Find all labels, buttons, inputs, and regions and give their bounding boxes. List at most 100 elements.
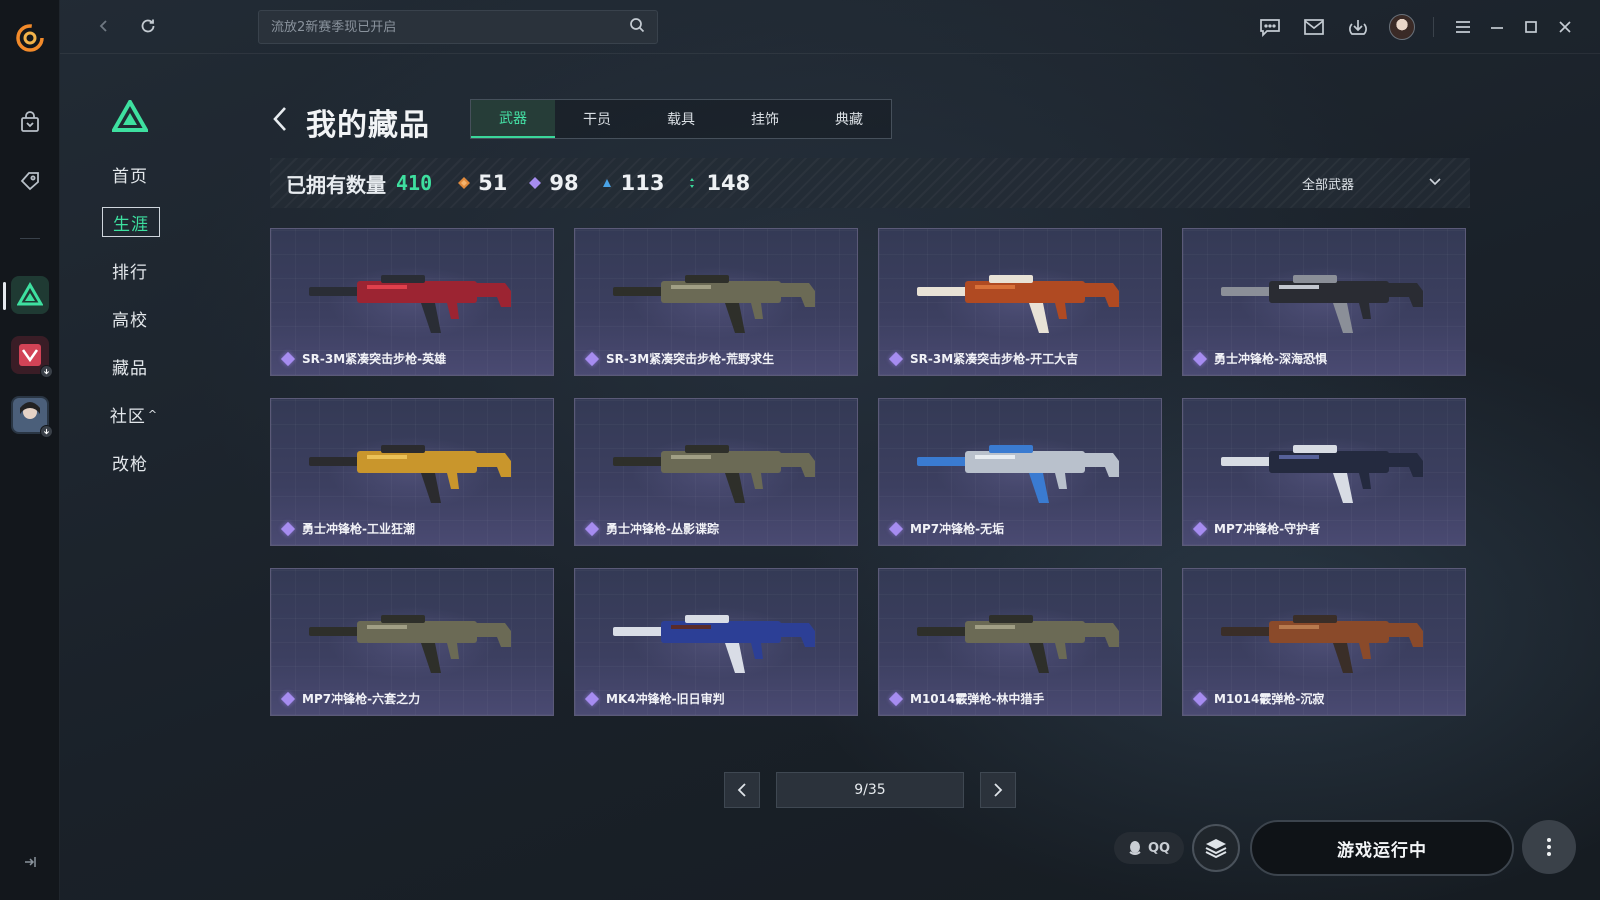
nav-gunsmith[interactable]: 改枪 — [100, 447, 160, 477]
maximize-icon[interactable] — [1516, 12, 1546, 42]
purple-quality-icon — [280, 351, 296, 366]
avatar — [1389, 14, 1415, 40]
weapon-image — [1221, 445, 1423, 503]
item-name: MP7冲锋枪-守护者 — [1214, 522, 1321, 536]
item-name: M1014霰弹枪-林中猎手 — [910, 692, 1045, 706]
collection-item-card[interactable]: MP7冲锋枪-守护者 — [1182, 398, 1466, 546]
weapon-image — [613, 615, 815, 673]
qq-login-button[interactable]: QQ — [1114, 832, 1184, 864]
pagination: 9/35 — [724, 772, 1016, 808]
nav-community-label: 社区 — [109, 406, 146, 427]
close-icon[interactable] — [1550, 12, 1580, 42]
game-tile-valorant[interactable] — [11, 336, 53, 378]
layers-icon — [1205, 839, 1227, 859]
page-title: 我的藏品 — [306, 108, 430, 143]
item-name: MP7冲锋枪-六套之力 — [302, 692, 421, 706]
item-name: SR-3M紧凑突击步枪-荒野求生 — [606, 352, 775, 366]
collection-item-card[interactable]: MP7冲锋枪-六套之力 — [270, 568, 554, 716]
collection-item-card[interactable]: SR-3M紧凑突击步枪-英雄 — [270, 228, 554, 376]
nav-ranking[interactable]: 排行 — [100, 255, 160, 285]
weapon-image — [309, 615, 511, 673]
purple-quality-icon — [529, 177, 542, 189]
owned-count-value: 410 — [396, 171, 433, 195]
weapon-image — [613, 275, 815, 333]
prev-page-button[interactable] — [724, 772, 760, 808]
nav-community[interactable]: 社区 ^ — [104, 399, 164, 429]
collection-item-card[interactable]: SR-3M紧凑突击步枪-开工大吉 — [878, 228, 1162, 376]
tab-charms[interactable]: 挂饰 — [723, 100, 807, 138]
purple-quality-icon — [584, 351, 600, 366]
weapon-image — [1221, 275, 1423, 333]
game-tile-current[interactable] — [11, 276, 49, 314]
purple-quality-icon — [1192, 351, 1208, 366]
collapse-sidebar-icon[interactable] — [20, 852, 40, 872]
tab-operators[interactable]: 干员 — [555, 100, 639, 138]
collection-item-card[interactable]: 勇士冲锋枪-深海恐惧 — [1182, 228, 1466, 376]
layers-button[interactable] — [1192, 824, 1240, 872]
chevron-down-icon — [1428, 176, 1442, 191]
minimize-icon[interactable] — [1482, 12, 1512, 42]
more-options-icon[interactable] — [1522, 820, 1576, 874]
item-name: MP7冲锋枪-无垢 — [910, 522, 1005, 536]
tab-collector[interactable]: 典藏 — [807, 100, 891, 138]
nav-college[interactable]: 高校 — [100, 303, 160, 333]
collection-item-card[interactable]: MK4冲锋枪-旧日审判 — [574, 568, 858, 716]
mail-icon[interactable] — [1299, 12, 1329, 42]
qq-label: QQ — [1147, 840, 1171, 856]
collection-item-card[interactable]: SR-3M紧凑突击步枪-荒野求生 — [574, 228, 858, 376]
collection-item-card[interactable]: M1014霰弹枪-林中猎手 — [878, 568, 1162, 716]
refresh-icon[interactable] — [136, 14, 160, 38]
item-name-row: SR-3M紧凑突击步枪-荒野求生 — [584, 350, 775, 367]
stat-purple: 98 — [529, 171, 579, 195]
menu-icon[interactable] — [1448, 12, 1478, 42]
purple-quality-icon — [584, 521, 600, 536]
item-name: SR-3M紧凑突击步枪-开工大吉 — [910, 352, 1079, 366]
collection-item-card[interactable]: 勇士冲锋枪-工业狂潮 — [270, 398, 554, 546]
stat-green: 148 — [686, 171, 750, 195]
item-name-row: MP7冲锋枪-无垢 — [888, 520, 1005, 537]
page-back-button[interactable] — [272, 104, 294, 134]
game-logo-icon — [110, 97, 150, 136]
nav-career[interactable]: 生涯 — [102, 207, 160, 237]
weapon-image — [917, 615, 1119, 673]
launcher-logo-icon[interactable] — [14, 22, 46, 54]
collection-item-card[interactable]: 勇士冲锋枪-丛影谍踪 — [574, 398, 858, 546]
green-quality-icon — [686, 177, 698, 189]
weapon-filter-label: 全部武器 — [1302, 177, 1355, 193]
stat-blue-value: 113 — [620, 171, 665, 195]
nav-home[interactable]: 首页 — [100, 159, 160, 189]
item-name-row: SR-3M紧凑突击步枪-英雄 — [280, 350, 447, 367]
user-avatar[interactable] — [1387, 12, 1417, 42]
chat-icon[interactable] — [1255, 12, 1285, 42]
store-bag-icon[interactable] — [15, 107, 45, 137]
collection-item-card[interactable]: MP7冲锋枪-无垢 — [878, 398, 1162, 546]
item-name: 勇士冲锋枪-深海恐惧 — [1214, 352, 1327, 366]
back-nav-icon[interactable] — [92, 14, 116, 38]
search-bar[interactable] — [258, 10, 658, 44]
nav-collection[interactable]: 藏品 — [100, 351, 160, 381]
purple-quality-icon — [280, 691, 296, 706]
rail-active-indicator — [3, 282, 6, 310]
download-badge-icon — [40, 365, 53, 378]
download-manager-icon[interactable] — [1343, 12, 1373, 42]
item-name: SR-3M紧凑突击步枪-英雄 — [302, 352, 447, 366]
game-running-button[interactable]: 游戏运行中 — [1250, 820, 1514, 876]
item-name-row: 勇士冲锋枪-深海恐惧 — [1192, 350, 1327, 367]
game-tile-anime[interactable] — [11, 396, 53, 438]
weapon-image — [309, 445, 511, 503]
next-page-button[interactable] — [980, 772, 1016, 808]
collection-item-card[interactable]: M1014霰弹枪-沉寂 — [1182, 568, 1466, 716]
gift-tag-icon[interactable] — [15, 166, 45, 196]
search-input[interactable] — [271, 19, 629, 35]
weapon-filter-dropdown[interactable]: 全部武器 — [1302, 170, 1442, 196]
purple-quality-icon — [584, 691, 600, 706]
download-badge-icon — [40, 425, 53, 438]
category-tabs: 武器 干员 载具 挂饰 典藏 — [470, 99, 892, 139]
item-name: 勇士冲锋枪-工业狂潮 — [302, 522, 415, 536]
tab-weapons[interactable]: 武器 — [471, 100, 555, 138]
search-icon[interactable] — [629, 17, 645, 37]
weapon-image — [917, 275, 1119, 333]
stat-orange-value: 51 — [478, 171, 508, 195]
launcher-sidebar — [0, 0, 60, 900]
tab-vehicles[interactable]: 载具 — [639, 100, 723, 138]
